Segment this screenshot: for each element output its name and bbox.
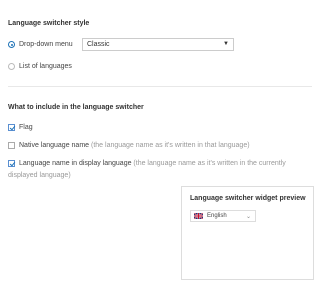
dropdown-style-value: Classic (87, 41, 110, 48)
include-heading: What to include in the language switcher (8, 104, 144, 111)
select-arrow-icon: ▼ (223, 41, 229, 47)
list-option-label: List of languages (19, 63, 72, 70)
native-name-checkbox[interactable] (8, 142, 15, 149)
chevron-down-icon: ⌄ (245, 214, 251, 220)
uk-flag-icon (194, 213, 203, 219)
list-radio[interactable] (8, 63, 15, 70)
flag-checkbox[interactable] (8, 124, 15, 131)
flag-option[interactable]: Flag (8, 124, 33, 131)
list-option[interactable]: List of languages (8, 63, 72, 70)
display-name-label: Language name in display language (19, 160, 132, 167)
flag-option-label: Flag (19, 124, 33, 131)
dropdown-option-label: Drop-down menu (19, 41, 73, 48)
display-name-checkbox[interactable] (8, 160, 15, 167)
switcher-style-heading: Language switcher style (8, 20, 90, 27)
display-name-option[interactable]: Language name in display language (the l… (8, 160, 286, 167)
display-name-hint-continued: displayed language) (8, 172, 71, 179)
preview-language-label: English (207, 213, 227, 219)
native-name-label: Native language name (19, 142, 90, 149)
display-name-hint: (the language name as it's written in th… (131, 160, 286, 167)
native-name-hint: (the language name as it's written in th… (89, 142, 250, 149)
dropdown-style-select[interactable]: Classic ▼ (82, 38, 234, 51)
preview-title: Language switcher widget preview (190, 195, 306, 202)
section-divider (8, 86, 312, 87)
dropdown-radio[interactable] (8, 41, 15, 48)
dropdown-option[interactable]: Drop-down menu (8, 41, 73, 48)
widget-preview-panel: Language switcher widget preview English… (181, 186, 314, 280)
preview-language-select[interactable]: English ⌄ (190, 210, 256, 222)
native-name-option[interactable]: Native language name (the language name … (8, 142, 250, 149)
